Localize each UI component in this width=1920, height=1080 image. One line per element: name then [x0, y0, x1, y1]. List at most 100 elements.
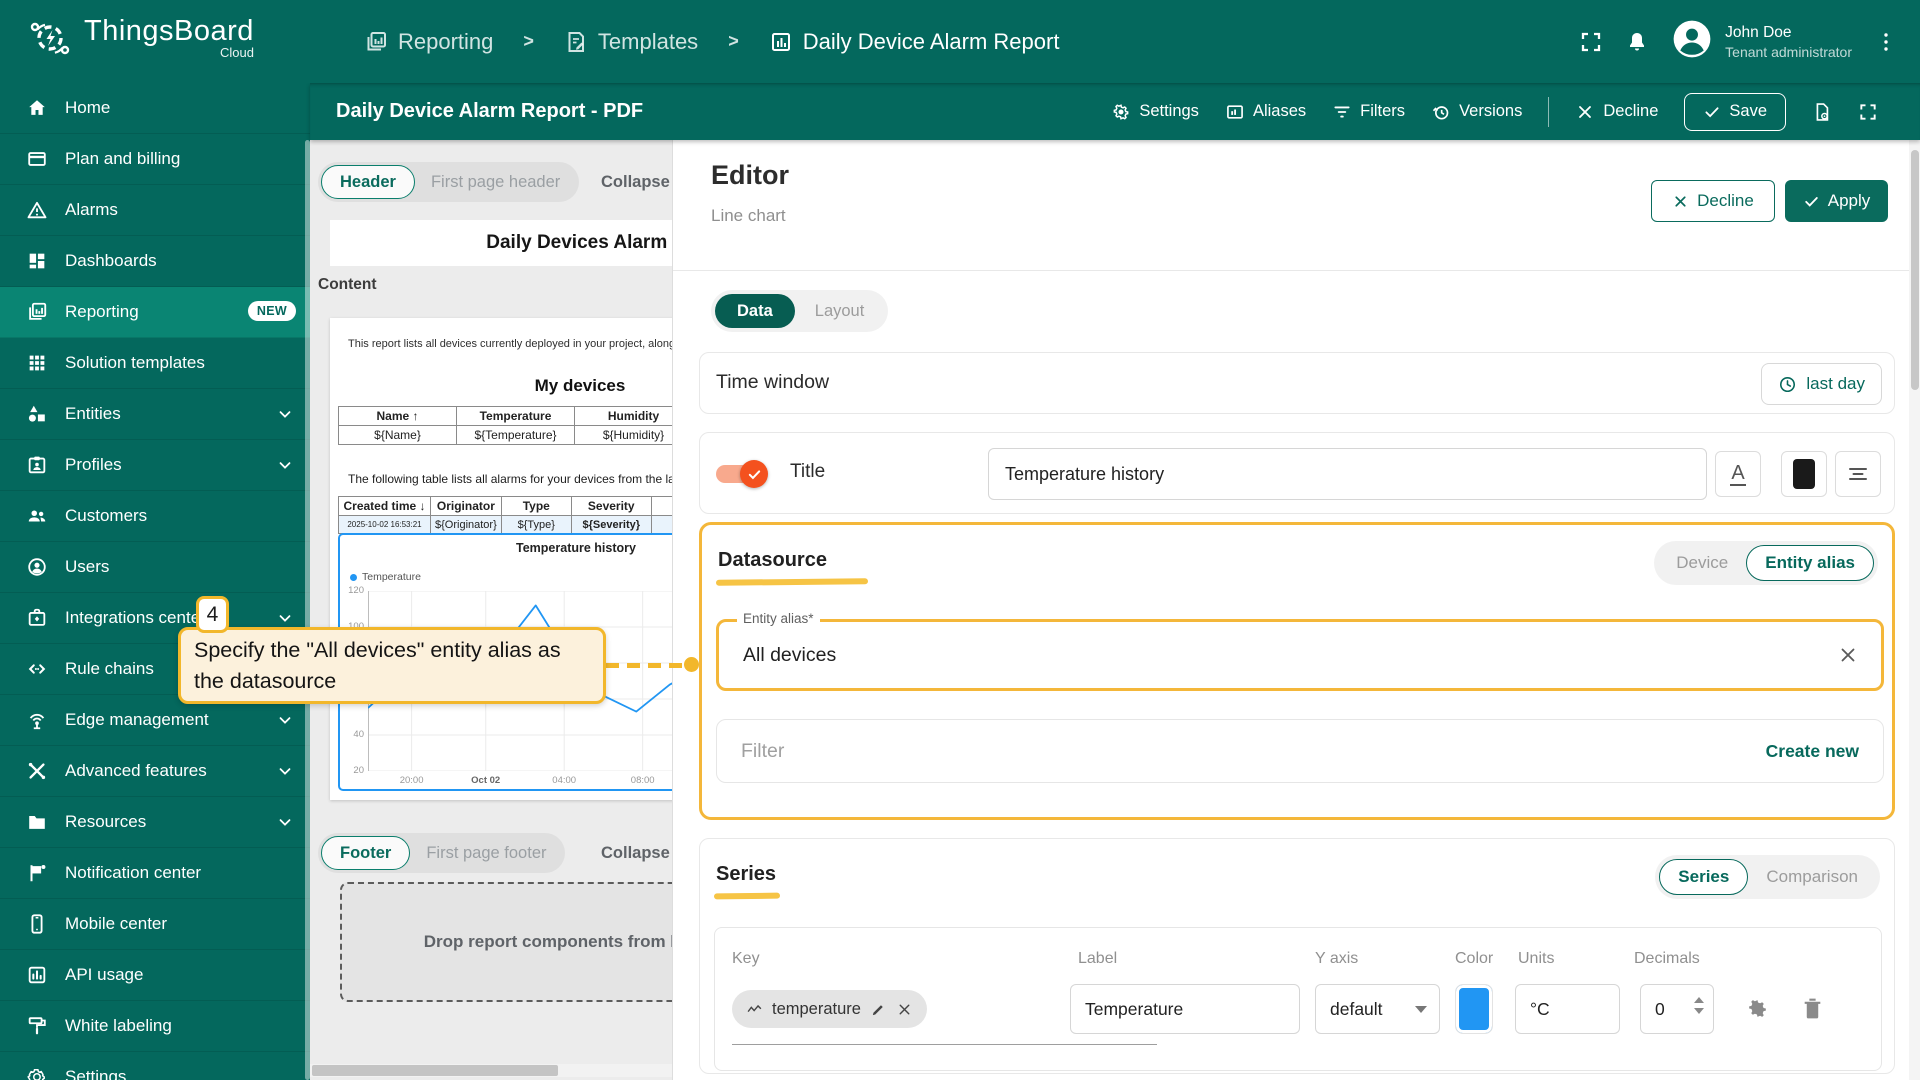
editor-apply-button[interactable]: Apply — [1785, 180, 1888, 222]
sidebar-item-white-labeling[interactable]: White labeling — [0, 1001, 310, 1052]
tab-first-page-header[interactable]: First page header — [415, 173, 576, 192]
sidebar-item-profiles[interactable]: Profiles — [0, 440, 310, 491]
notifications-bell-icon[interactable] — [1625, 30, 1649, 54]
y-axis-select[interactable]: default — [1315, 984, 1440, 1034]
toggle-entity-alias[interactable]: Entity alias — [1746, 545, 1874, 581]
text-align-button[interactable] — [1835, 451, 1881, 497]
title-input[interactable]: Temperature history — [988, 448, 1707, 500]
title-toggle[interactable] — [716, 461, 768, 487]
breadcrumb-reporting[interactable]: Reporting — [364, 29, 493, 55]
sidebar-item-mobile-center[interactable]: Mobile center — [0, 899, 310, 950]
datasource-label: Datasource — [718, 549, 827, 572]
horizontal-scrollbar[interactable] — [310, 1064, 672, 1077]
toggle-comparison[interactable]: Comparison — [1748, 867, 1876, 887]
rule-chains-icon — [26, 658, 48, 680]
sidebar-item-notification-center[interactable]: Notification center — [0, 848, 310, 899]
time-window-button[interactable]: last day — [1761, 363, 1882, 405]
tab-header[interactable]: Header — [321, 165, 415, 199]
versions-button[interactable]: Versions — [1431, 102, 1522, 122]
fullscreen-icon[interactable] — [1858, 102, 1878, 122]
series-settings-button[interactable] — [1745, 996, 1770, 1026]
delete-series-button[interactable] — [1800, 996, 1825, 1026]
drop-zone[interactable]: Drop report components from here — [340, 882, 672, 1002]
entity-alias-field[interactable]: Entity alias* All devices — [716, 619, 1884, 691]
decimals-stepper[interactable]: 0 — [1640, 984, 1714, 1034]
grid-icon — [26, 352, 48, 374]
sidebar-scrollbar[interactable] — [305, 140, 310, 1080]
units-input[interactable]: °C — [1515, 984, 1620, 1034]
decline-label: Decline — [1697, 191, 1754, 211]
stepper-arrows[interactable] — [1694, 997, 1704, 1014]
column-header: Created time ↓ — [339, 497, 431, 516]
series-section: Series Series Comparison Key Label Y axi… — [699, 838, 1895, 1074]
tab-layout[interactable]: Layout — [795, 302, 885, 321]
check-icon — [1703, 103, 1721, 121]
sidebar-item-customers[interactable]: Customers — [0, 491, 310, 542]
column-header-label: Label — [1078, 950, 1117, 968]
tab-data[interactable]: Data — [715, 294, 795, 328]
sidebar-item-api-usage[interactable]: API usage — [0, 950, 310, 1001]
toggle-device[interactable]: Device — [1658, 553, 1746, 573]
vertical-scrollbar[interactable] — [1909, 140, 1920, 1080]
kebab-menu-icon[interactable] — [1874, 30, 1898, 54]
scrollbar-thumb[interactable] — [312, 1065, 558, 1076]
integrations-icon — [26, 607, 48, 629]
collapse-header-button[interactable]: Collapse — [601, 173, 670, 192]
sidebar-item-label: Settings — [65, 1067, 126, 1080]
series-color-swatch[interactable] — [1455, 984, 1493, 1034]
user-role: Tenant administrator — [1725, 44, 1852, 60]
create-new-link[interactable]: Create new — [1766, 720, 1859, 782]
series-label-input[interactable]: Temperature — [1070, 984, 1300, 1034]
sidebar-item-home[interactable]: Home — [0, 83, 310, 134]
sidebar-item-settings[interactable]: Settings — [0, 1052, 310, 1080]
topbar-right: John Doe Tenant administrator — [1579, 0, 1898, 83]
billing-card-icon — [26, 148, 48, 170]
increment-icon[interactable] — [1694, 997, 1704, 1003]
toggle-series[interactable]: Series — [1659, 859, 1748, 895]
series-key-chip[interactable]: temperature — [732, 990, 927, 1028]
sidebar-item-resources[interactable]: Resources — [0, 797, 310, 848]
collapse-footer-button[interactable]: Collapse — [601, 844, 670, 863]
tab-first-page-footer[interactable]: First page footer — [410, 844, 562, 863]
doc-header-strip[interactable]: Daily Devices Alarm Report — [330, 220, 672, 266]
sidebar-item-label: Rule chains — [65, 659, 154, 679]
editor-decline-button[interactable]: Decline — [1651, 180, 1775, 222]
toggle-knob — [740, 460, 768, 488]
sidebar-item-solution-templates[interactable]: Solution templates — [0, 338, 310, 389]
decrement-icon[interactable] — [1694, 1008, 1704, 1014]
fullscreen-icon[interactable] — [1579, 30, 1603, 54]
save-button[interactable]: Save — [1684, 93, 1786, 131]
edit-pencil-icon[interactable] — [870, 1001, 887, 1018]
generate-report-icon[interactable] — [1812, 102, 1832, 122]
tab-footer[interactable]: Footer — [321, 836, 410, 870]
toolbar-actions: Settings Aliases Filters Versions Declin… — [1111, 93, 1920, 131]
aliases-button[interactable]: Aliases — [1225, 102, 1306, 122]
decline-button[interactable]: Decline — [1575, 102, 1658, 122]
thingsboard-logo[interactable]: ThingsBoard Cloud — [26, 14, 254, 62]
user-menu[interactable]: John Doe Tenant administrator — [1671, 18, 1852, 65]
settings-button[interactable]: Settings — [1111, 102, 1199, 122]
sidebar-item-reporting[interactable]: Reporting NEW — [0, 287, 310, 338]
breadcrumb-report[interactable]: Daily Device Alarm Report — [769, 29, 1060, 55]
x-tick-label: 04:00 — [552, 775, 576, 786]
sidebar-item-alarms[interactable]: Alarms — [0, 185, 310, 236]
clear-icon[interactable] — [1837, 644, 1859, 666]
sidebar-item-users[interactable]: Users — [0, 542, 310, 593]
breadcrumb-templates[interactable]: Templates — [564, 29, 698, 55]
font-settings-button[interactable]: A — [1715, 451, 1761, 497]
sidebar-item-entities[interactable]: Entities — [0, 389, 310, 440]
sidebar-item-advanced-features[interactable]: Advanced features — [0, 746, 310, 797]
yellow-marker-underline — [714, 893, 780, 900]
report-page[interactable]: This report lists all devices currently … — [330, 318, 672, 800]
remove-icon[interactable] — [896, 1001, 913, 1018]
sidebar-item-dashboards[interactable]: Dashboards — [0, 236, 310, 287]
scrollbar-thumb[interactable] — [1911, 150, 1919, 390]
filter-field[interactable]: Filter Create new — [716, 719, 1884, 783]
filters-button[interactable]: Filters — [1332, 102, 1405, 122]
chart-title: Temperature history — [340, 541, 672, 555]
title-color-button[interactable] — [1781, 451, 1827, 497]
sidebar-item-label: Home — [65, 98, 110, 118]
breadcrumb-separator: > — [523, 31, 534, 52]
profiles-icon — [26, 454, 48, 476]
sidebar-item-plan-and-billing[interactable]: Plan and billing — [0, 134, 310, 185]
